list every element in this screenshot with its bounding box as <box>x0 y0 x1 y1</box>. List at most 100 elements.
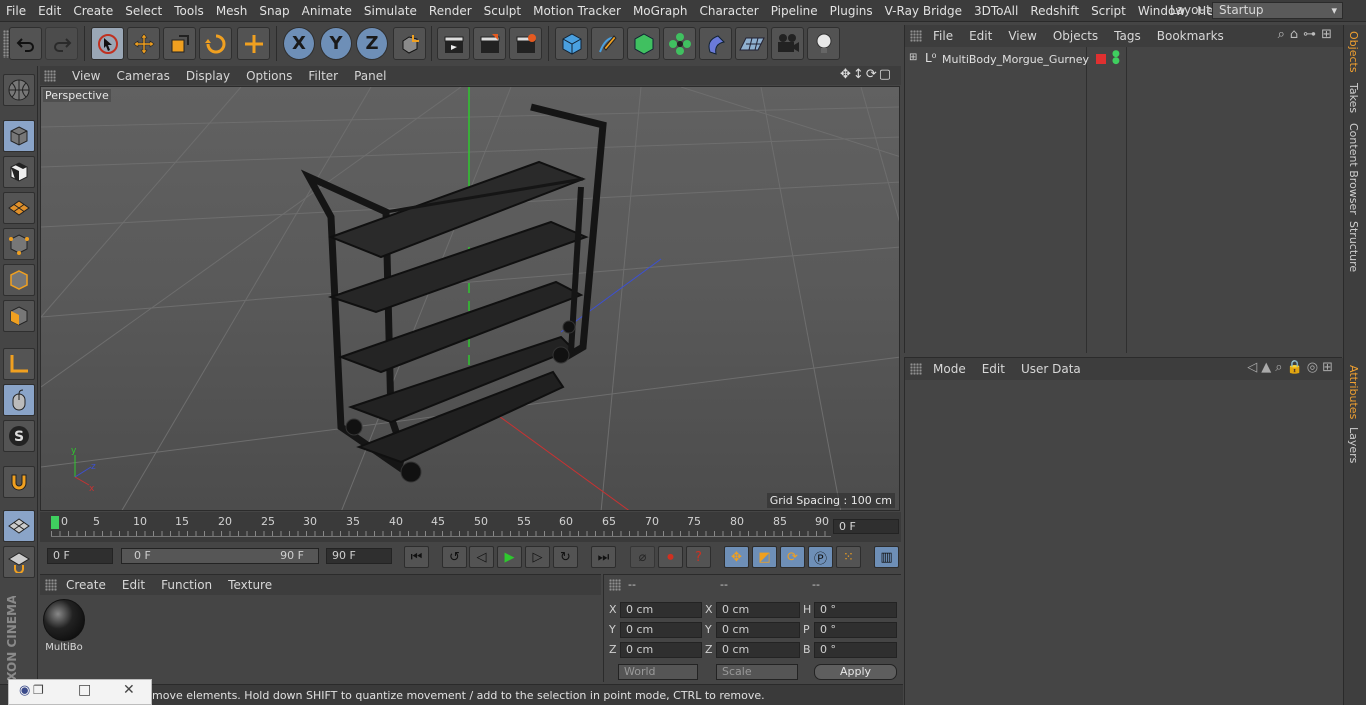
viewport-menu-cameras[interactable]: Cameras <box>108 69 177 83</box>
menu-snap[interactable]: Snap <box>253 4 295 18</box>
current-frame-field[interactable]: 0 F <box>833 519 899 534</box>
undo-button[interactable] <box>9 27 42 60</box>
attribute-nav-icons[interactable]: ◁▲⌕🔒◎⊞ <box>1247 360 1337 375</box>
menu-sculpt[interactable]: Sculpt <box>478 4 527 18</box>
object-menu-view[interactable]: View <box>1000 29 1044 43</box>
material-menu-edit[interactable]: Edit <box>114 578 153 592</box>
light-object-button[interactable] <box>807 27 840 60</box>
axis-mode-button[interactable] <box>3 348 35 380</box>
menu-plugins[interactable]: Plugins <box>824 4 879 18</box>
render-view-button[interactable] <box>437 27 470 60</box>
solo-mode-button[interactable]: S <box>3 420 35 452</box>
tab-objects[interactable]: Objects <box>1347 31 1360 73</box>
menu-edit[interactable]: Edit <box>32 4 67 18</box>
recent-tools-button[interactable] <box>237 27 270 60</box>
playhead-marker[interactable] <box>51 516 59 529</box>
go-to-start-button[interactable]: ⏮ <box>404 546 429 568</box>
menu-animate[interactable]: Animate <box>296 4 358 18</box>
floor-object-button[interactable] <box>735 27 768 60</box>
object-manager-search-icons[interactable]: ⌕⌂⊶⊞ <box>1278 27 1337 42</box>
rotation-h-field[interactable]: 0 ° <box>814 602 897 618</box>
expand-icon[interactable]: ⊞ <box>909 52 917 63</box>
material-swatch[interactable]: MultiBo <box>43 599 85 655</box>
menu-pipeline[interactable]: Pipeline <box>765 4 824 18</box>
viewport-nav-icons[interactable]: ✥↕⟳▢ <box>840 67 893 82</box>
transform-mode-select[interactable]: Scale <box>716 664 798 680</box>
redo-button[interactable] <box>45 27 78 60</box>
preview-range-slider[interactable]: 0 F 90 F <box>121 548 319 564</box>
key-rotation-button[interactable]: ⟳ <box>780 546 805 568</box>
material-menu-texture[interactable]: Texture <box>220 578 280 592</box>
viewport-menu-display[interactable]: Display <box>178 69 238 83</box>
menu-mograph[interactable]: MoGraph <box>627 4 694 18</box>
attribute-menu-user-data[interactable]: User Data <box>1013 362 1089 376</box>
next-key-button[interactable]: ↻ <box>553 546 578 568</box>
viewport-menu-filter[interactable]: Filter <box>300 69 346 83</box>
perspective-viewport[interactable]: y z x Perspective Grid Spacing : 100 cm <box>40 86 900 511</box>
coordinates-grip[interactable] <box>609 579 621 591</box>
previous-frame-button[interactable]: ◁ <box>469 546 494 568</box>
subdivision-button[interactable] <box>627 27 660 60</box>
live-selection-button[interactable] <box>91 27 124 60</box>
model-mode-button[interactable] <box>3 120 35 152</box>
object-menu-tags[interactable]: Tags <box>1106 29 1149 43</box>
size-y-field[interactable]: 0 cm <box>716 622 800 638</box>
key-position-button[interactable]: ✥ <box>724 546 749 568</box>
key-scale-button[interactable]: ◩ <box>752 546 777 568</box>
object-grip[interactable] <box>910 30 922 42</box>
object-menu-objects[interactable]: Objects <box>1045 29 1106 43</box>
restore-icon[interactable]: ❐ <box>33 683 44 697</box>
key-pla-button[interactable]: ⁙ <box>836 546 861 568</box>
menu-file[interactable]: File <box>0 4 32 18</box>
lock-z-axis-button[interactable]: Z <box>356 27 388 60</box>
viewport-menu-panel[interactable]: Panel <box>346 69 394 83</box>
pen-spline-button[interactable] <box>591 27 624 60</box>
tab-layers[interactable]: Layers <box>1347 427 1360 463</box>
position-y-field[interactable]: 0 cm <box>620 622 702 638</box>
tab-attributes[interactable]: Attributes <box>1347 365 1360 419</box>
menu-create[interactable]: Create <box>67 4 119 18</box>
object-menu-file[interactable]: File <box>925 29 961 43</box>
viewport-grip[interactable] <box>44 69 56 82</box>
attribute-menu-edit[interactable]: Edit <box>974 362 1013 376</box>
layer-color-swatch[interactable] <box>1096 54 1106 64</box>
size-x-field[interactable]: 0 cm <box>716 602 800 618</box>
start-frame-field[interactable]: 0 F <box>47 548 113 564</box>
size-z-field[interactable]: 0 cm <box>716 642 800 658</box>
apply-button[interactable]: Apply <box>814 664 897 680</box>
mograph-cloner-button[interactable] <box>663 27 696 60</box>
tab-takes[interactable]: Takes <box>1347 83 1360 113</box>
record-keys-button[interactable]: ⌀ <box>630 546 655 568</box>
workplane-lock-button[interactable] <box>3 546 35 578</box>
cube-object-button[interactable] <box>555 27 588 60</box>
timeline-window-button[interactable]: ▥ <box>874 546 899 568</box>
enable-snap-grid-button[interactable] <box>3 510 35 542</box>
menu-script[interactable]: Script <box>1085 4 1132 18</box>
menu-render[interactable]: Render <box>423 4 478 18</box>
menu-tools[interactable]: Tools <box>168 4 210 18</box>
material-grip[interactable] <box>45 579 57 591</box>
coordinate-space-select[interactable]: World <box>618 664 698 680</box>
material-menu-function[interactable]: Function <box>153 578 220 592</box>
render-picture-viewer-button[interactable] <box>473 27 506 60</box>
position-z-field[interactable]: 0 cm <box>620 642 702 658</box>
autokey-button[interactable]: ⏺ <box>658 546 683 568</box>
go-to-end-button[interactable]: ⏭ <box>591 546 616 568</box>
attribute-menu-mode[interactable]: Mode <box>925 362 974 376</box>
next-frame-button[interactable]: ▷ <box>525 546 550 568</box>
rotation-b-field[interactable]: 0 ° <box>814 642 897 658</box>
visibility-dots-icon[interactable]: ● ● <box>1112 50 1120 66</box>
deformer-button[interactable] <box>699 27 732 60</box>
menu-select[interactable]: Select <box>119 4 168 18</box>
scale-tool-button[interactable] <box>163 27 196 60</box>
menu-mesh[interactable]: Mesh <box>210 4 254 18</box>
play-button[interactable]: ▶ <box>497 546 522 568</box>
material-menu-create[interactable]: Create <box>58 578 114 592</box>
render-settings-button[interactable] <box>509 27 542 60</box>
tab-content-browser[interactable]: Content Browser <box>1347 123 1360 215</box>
workplane-mode-button[interactable] <box>3 192 35 224</box>
rotation-p-field[interactable]: 0 ° <box>814 622 897 638</box>
texture-mode-button[interactable] <box>3 156 35 188</box>
object-row[interactable]: ⊞ L⁰ MultiBody_Morgue_Gurney ● ● <box>909 50 1339 69</box>
object-menu-bookmarks[interactable]: Bookmarks <box>1149 29 1232 43</box>
